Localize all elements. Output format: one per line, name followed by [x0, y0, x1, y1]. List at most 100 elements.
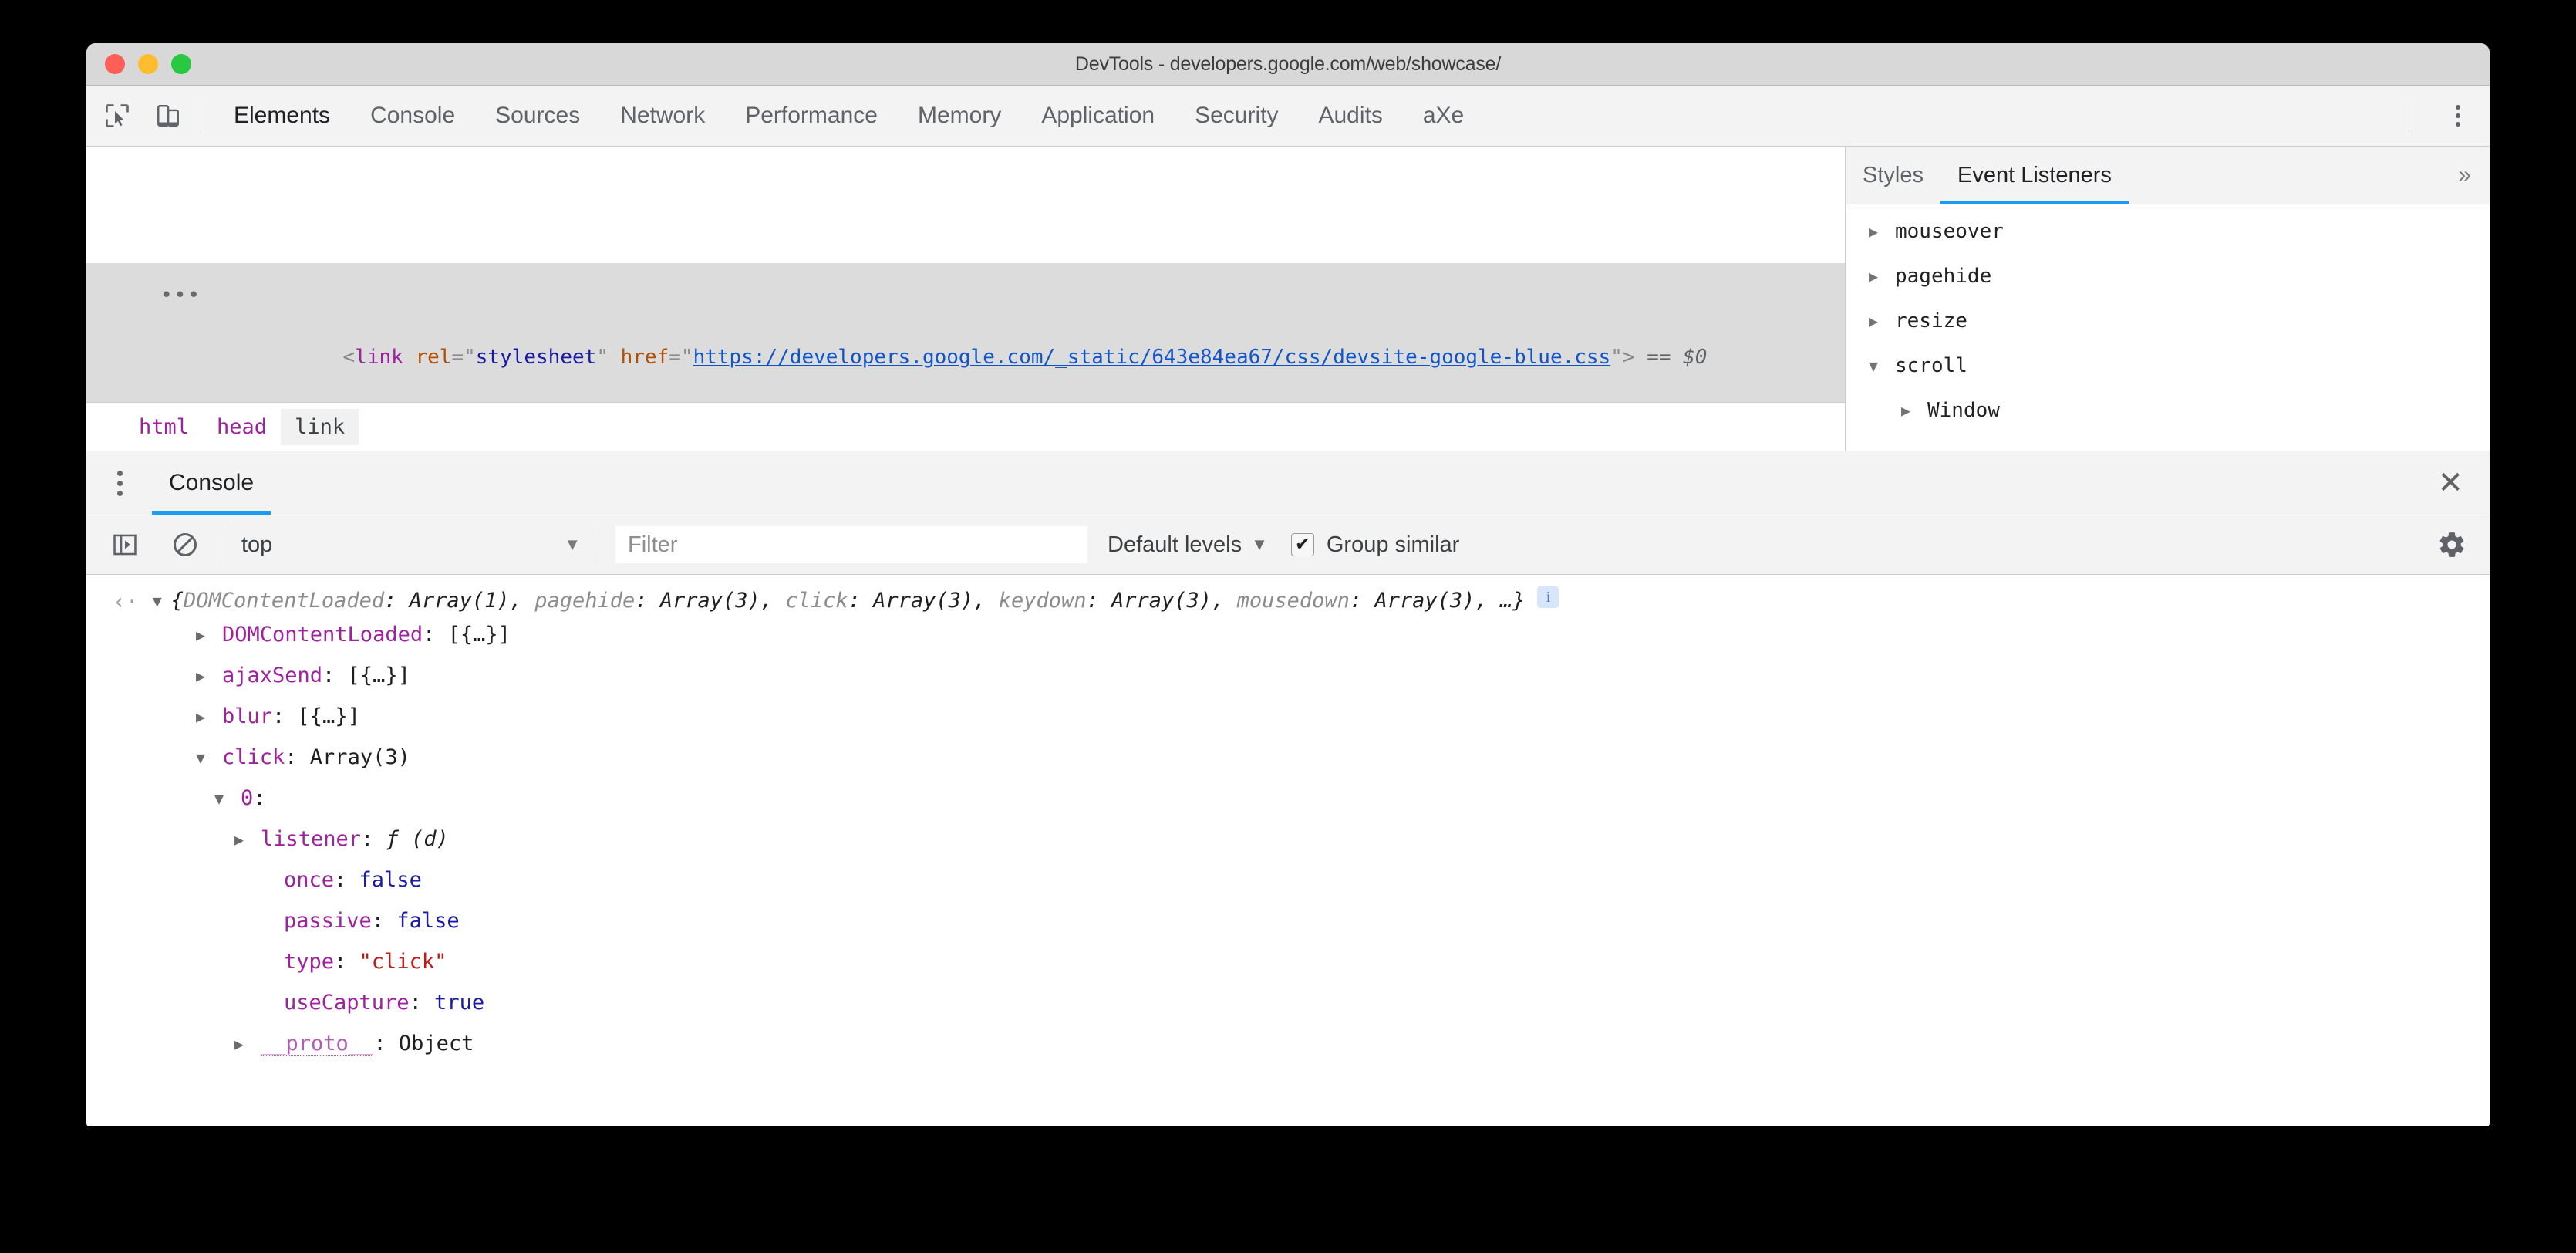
- listener-label: pagehide: [1895, 265, 1992, 288]
- property-value: [{…}]: [347, 664, 410, 687]
- dom-tree-pane[interactable]: ••• <link rel="stylesheet" href="https:/…: [86, 147, 1846, 451]
- property-row[interactable]: ▶ DOMContentLoaded: [{…}]: [86, 614, 2490, 655]
- sidebar-tab-event-listeners[interactable]: Event Listeners: [1940, 147, 2129, 204]
- console-result-line[interactable]: ‹· ▼ {DOMContentLoaded: Array(1), pagehi…: [86, 575, 2490, 614]
- return-value-arrow-icon: ‹·: [113, 589, 139, 614]
- drawer-tab-console[interactable]: Console: [152, 451, 271, 515]
- tab-network[interactable]: Network: [600, 86, 725, 146]
- chevron-down-icon[interactable]: ▼: [1869, 356, 1887, 375]
- chevron-right-icon[interactable]: ▶: [234, 1035, 261, 1053]
- tab-sources[interactable]: Sources: [475, 86, 600, 146]
- property-row[interactable]: ▶ ajaxSend: [{…}]: [86, 655, 2490, 696]
- console-output[interactable]: ‹· ▼ {DOMContentLoaded: Array(1), pagehi…: [86, 575, 2490, 1089]
- property-row[interactable]: once: false: [86, 860, 2490, 900]
- sidebar-tab-styles[interactable]: Styles: [1846, 147, 1940, 204]
- property-value: ƒ (d): [386, 827, 449, 851]
- property-row[interactable]: useCapture: true: [86, 982, 2490, 1023]
- listener-label: Window: [1927, 399, 2000, 422]
- execution-context-select[interactable]: top ▼: [241, 532, 581, 558]
- chevron-right-icon[interactable]: ▶: [196, 626, 222, 644]
- property-value: [{…}]: [447, 623, 511, 647]
- tab-console[interactable]: Console: [350, 86, 475, 146]
- tab-elements[interactable]: Elements: [214, 86, 350, 146]
- filter-input[interactable]: [615, 526, 1087, 563]
- property-name: blur: [222, 704, 273, 728]
- property-colon: :: [371, 909, 397, 933]
- close-icon[interactable]: ✕: [2437, 468, 2463, 498]
- console-sidebar-icon[interactable]: [103, 523, 147, 566]
- property-value: true: [434, 991, 485, 1015]
- tab-performance[interactable]: Performance: [725, 86, 898, 146]
- listener-row-pagehide[interactable]: ▶ pagehide: [1846, 254, 2490, 299]
- more-options-icon[interactable]: [2450, 99, 2466, 133]
- chevron-down-icon[interactable]: ▼: [214, 789, 241, 808]
- tab-security[interactable]: Security: [1175, 86, 1298, 146]
- breadcrumb-item-html[interactable]: html: [125, 409, 203, 445]
- chevron-down-icon[interactable]: ▼: [1251, 535, 1268, 555]
- property-name: listener: [261, 827, 362, 851]
- property-colon: :: [285, 745, 310, 769]
- collapsed-nodes-ellipsis[interactable]: •••: [160, 277, 201, 315]
- property-value: "click": [359, 950, 447, 974]
- group-similar-toggle[interactable]: ✔ Group similar: [1290, 532, 1459, 558]
- device-toolbar-icon[interactable]: [148, 96, 188, 136]
- execution-context-value: top: [241, 532, 273, 557]
- chevron-right-icon[interactable]: ▶: [1901, 401, 1920, 420]
- chevron-right-icon[interactable]: ▶: [1869, 267, 1887, 285]
- log-levels-select[interactable]: Default levels ▼: [1108, 532, 1268, 558]
- property-colon: :: [253, 786, 266, 810]
- elements-sidebar: Styles Event Listeners » ▶ mouseover ▶ p…: [1846, 147, 2490, 451]
- breadcrumb-item-head[interactable]: head: [203, 409, 281, 445]
- property-name: once: [284, 868, 335, 892]
- property-name: 0: [241, 786, 254, 810]
- group-similar-checkbox[interactable]: ✔: [1290, 533, 1314, 556]
- property-row[interactable]: passive: false: [86, 900, 2490, 941]
- property-value: false: [359, 868, 422, 892]
- chevron-right-icon[interactable]: ▶: [196, 708, 222, 726]
- property-colon: :: [334, 950, 359, 974]
- drawer-header: Console ✕: [86, 451, 2490, 515]
- event-listeners-list[interactable]: ▶ mouseover ▶ pagehide ▶ resize ▼ scroll…: [1846, 204, 2490, 451]
- chevron-right-icon[interactable]: ▶: [1869, 312, 1887, 330]
- listener-row-mouseover[interactable]: ▶ mouseover: [1846, 209, 2490, 254]
- info-badge[interactable]: i: [1537, 586, 1559, 608]
- tab-audits[interactable]: Audits: [1298, 86, 1402, 146]
- chevron-down-icon[interactable]: ▼: [153, 592, 162, 610]
- property-row[interactable]: ▼ click: Array(3): [86, 737, 2490, 778]
- property-colon: :: [373, 1032, 399, 1055]
- console-toolbar: top ▼ Default levels ▼ ✔ Group similar: [86, 515, 2490, 575]
- property-value: false: [396, 909, 460, 933]
- listener-row-scroll[interactable]: ▼ scroll: [1846, 343, 2490, 388]
- property-name: useCapture: [284, 991, 410, 1015]
- inspect-cursor-icon[interactable]: [97, 96, 137, 136]
- dom-node-row[interactable]: ••• <link rel="stylesheet" href="https:/…: [86, 263, 1845, 414]
- stylesheet-href-link[interactable]: https://developers.google.com/_static/64…: [693, 346, 1611, 369]
- property-row[interactable]: ▶ listener: ƒ (d): [86, 819, 2490, 860]
- chevrons-right-icon[interactable]: »: [2458, 162, 2471, 188]
- chevron-down-icon[interactable]: ▼: [196, 748, 222, 767]
- property-colon: :: [334, 868, 359, 892]
- panel-tabs: Elements Console Sources Network Perform…: [214, 86, 1484, 146]
- elements-panel: ••• <link rel="stylesheet" href="https:/…: [86, 147, 2490, 451]
- property-value: [{…}]: [297, 704, 360, 728]
- tab-application[interactable]: Application: [1021, 86, 1175, 146]
- tab-axe[interactable]: aXe: [1403, 86, 1484, 146]
- property-row[interactable]: ▼ 0:: [86, 778, 2490, 819]
- devtools-tabbar: Elements Console Sources Network Perform…: [86, 86, 2490, 147]
- property-row[interactable]: type: "click": [86, 941, 2490, 982]
- property-row[interactable]: ▶ blur: [{…}]: [86, 696, 2490, 737]
- property-row-proto[interactable]: ▶ __proto__: Object: [86, 1023, 2490, 1064]
- clear-console-icon[interactable]: [164, 523, 207, 566]
- chevron-right-icon[interactable]: ▶: [196, 667, 222, 685]
- more-tools-icon[interactable]: [110, 463, 130, 504]
- breadcrumb-item-link[interactable]: link: [281, 408, 359, 445]
- chevron-right-icon[interactable]: ▶: [1869, 222, 1887, 241]
- gear-icon[interactable]: [2437, 530, 2466, 559]
- property-name: DOMContentLoaded: [222, 623, 423, 647]
- listener-row-window[interactable]: ▶ Window: [1846, 388, 2490, 433]
- listener-row-resize[interactable]: ▶ resize: [1846, 299, 2490, 343]
- chevron-down-icon[interactable]: ▼: [564, 535, 581, 555]
- chevron-right-icon[interactable]: ▶: [234, 830, 261, 849]
- window-titlebar: DevTools - developers.google.com/web/sho…: [86, 43, 2490, 86]
- tab-memory[interactable]: Memory: [898, 86, 1021, 146]
